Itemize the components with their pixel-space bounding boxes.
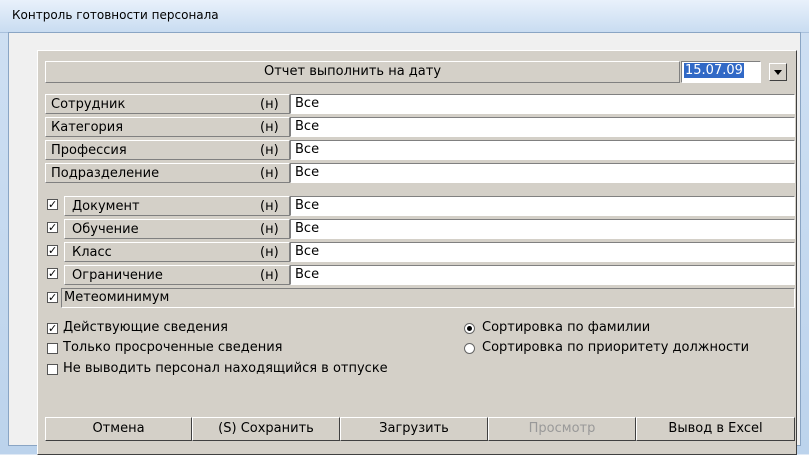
filter-training-marker: (н): [260, 222, 279, 237]
date-dropdown-button[interactable]: [769, 63, 787, 81]
dialog-client: Отчет выполнить на дату 15.07.09 Сотрудн…: [8, 32, 801, 455]
report-date-value: 15.07.09: [684, 63, 744, 78]
filter-value-category[interactable]: Все: [290, 117, 795, 137]
filter-label-employee[interactable]: Сотрудник (н): [45, 94, 290, 114]
radio-sort-surname[interactable]: [464, 323, 475, 334]
report-date-label: Отчет выполнить на дату: [264, 64, 442, 79]
filter-value-restriction[interactable]: Все: [290, 265, 795, 285]
export-excel-button[interactable]: Вывод в Excel: [636, 417, 795, 441]
option-active-info-label[interactable]: Действующие сведения: [63, 320, 228, 335]
filter-label-profession[interactable]: Профессия (н): [45, 140, 290, 160]
filter-restriction-marker: (н): [260, 268, 279, 283]
report-date-input[interactable]: 15.07.09: [681, 61, 761, 83]
checkbox-expired-only[interactable]: [47, 343, 58, 354]
window-title: Контроль готовности персонала: [12, 8, 219, 22]
filter-value-employee[interactable]: Все: [290, 94, 795, 114]
cancel-button[interactable]: Отмена: [45, 417, 192, 441]
filter-label-training[interactable]: Обучение (н): [64, 219, 290, 239]
checkbox-restriction[interactable]: ✓: [47, 268, 58, 279]
checkbox-active-info[interactable]: ✓: [47, 323, 58, 334]
option-expired-only-label[interactable]: Только просроченные сведения: [63, 340, 283, 355]
filter-value-class[interactable]: Все: [290, 242, 795, 262]
checkbox-class[interactable]: ✓: [47, 245, 58, 256]
filter-department-marker: (н): [260, 166, 279, 181]
filter-profession-marker: (н): [260, 143, 279, 158]
preview-button[interactable]: Просмотр: [488, 417, 636, 441]
filter-employee-marker: (н): [260, 97, 279, 112]
checkbox-exclude-vacation[interactable]: [47, 364, 58, 375]
filter-label-category[interactable]: Категория (н): [45, 117, 290, 137]
dialog-window: Контроль готовности персонала Отчет выпо…: [0, 0, 809, 455]
form-panel: Отчет выполнить на дату 15.07.09 Сотрудн…: [37, 50, 797, 455]
meteo-field[interactable]: Метеоминимум: [61, 288, 795, 308]
checkbox-document[interactable]: ✓: [47, 199, 58, 210]
filter-document-label: Документ: [72, 199, 140, 214]
save-button[interactable]: (S) Сохранить: [192, 417, 340, 441]
sort-priority-label[interactable]: Сортировка по приоритету должности: [482, 340, 749, 355]
checkbox-training[interactable]: ✓: [47, 222, 58, 233]
filter-profession-label: Профессия: [51, 143, 127, 158]
option-exclude-vacation-label[interactable]: Не выводить персонал находящийся в отпус…: [63, 361, 388, 376]
load-button[interactable]: Загрузить: [340, 417, 488, 441]
report-date-header: Отчет выполнить на дату: [45, 61, 680, 83]
filter-training-label: Обучение: [72, 222, 139, 237]
checkbox-meteo[interactable]: ✓: [47, 292, 58, 303]
meteo-label: Метеоминимум: [64, 290, 170, 305]
filter-category-marker: (н): [260, 120, 279, 135]
filter-class-marker: (н): [260, 245, 279, 260]
filter-label-document[interactable]: Документ (н): [64, 196, 290, 216]
filter-employee-label: Сотрудник: [51, 97, 126, 112]
filter-document-marker: (н): [260, 199, 279, 214]
filter-class-label: Класс: [72, 245, 112, 260]
filter-value-department[interactable]: Все: [290, 163, 795, 183]
filter-value-document[interactable]: Все: [290, 196, 795, 216]
filter-label-restriction[interactable]: Ограничение (н): [64, 265, 290, 285]
sort-surname-label[interactable]: Сортировка по фамилии: [482, 320, 650, 335]
filter-label-department[interactable]: Подразделение (н): [45, 163, 290, 183]
filter-value-profession[interactable]: Все: [290, 140, 795, 160]
filter-restriction-label: Ограничение: [72, 268, 163, 283]
filter-category-label: Категория: [51, 120, 124, 135]
chevron-down-icon: [774, 70, 782, 75]
filter-value-training[interactable]: Все: [290, 219, 795, 239]
filter-label-class[interactable]: Класс (н): [64, 242, 290, 262]
filter-department-label: Подразделение: [51, 166, 160, 181]
title-bar: Контроль готовности персонала: [0, 0, 809, 33]
radio-sort-priority[interactable]: [464, 343, 475, 354]
